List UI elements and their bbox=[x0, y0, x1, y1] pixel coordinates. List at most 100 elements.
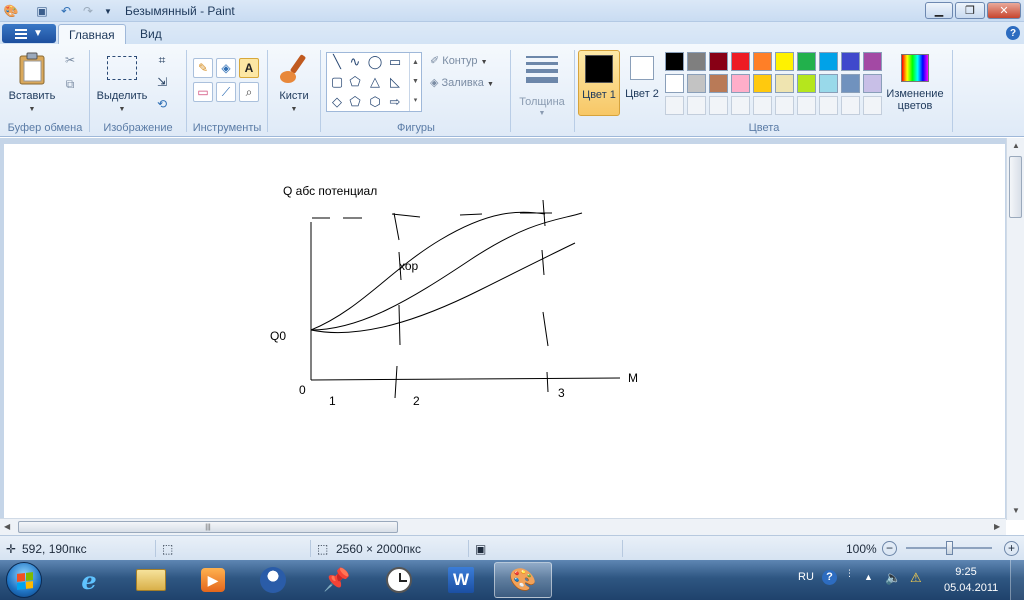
close-button[interactable]: ✕ bbox=[987, 2, 1021, 19]
palette-swatch[interactable] bbox=[665, 74, 684, 93]
custom-color-slot[interactable] bbox=[687, 96, 706, 115]
vertical-scrollbar[interactable]: ▲ ▼ bbox=[1006, 138, 1024, 520]
taskbar-media-player[interactable]: ▶ bbox=[184, 562, 242, 598]
taskbar-sticky-pin[interactable]: 📌 bbox=[308, 562, 366, 598]
paint-app-icon[interactable]: 🎨 bbox=[3, 3, 19, 19]
palette-swatch[interactable] bbox=[775, 52, 794, 71]
palette-swatch[interactable] bbox=[709, 52, 728, 71]
custom-color-slot[interactable] bbox=[709, 96, 728, 115]
scroll-left-icon[interactable]: ◀ bbox=[4, 522, 10, 531]
cut-icon[interactable]: ✂ bbox=[60, 50, 80, 70]
palette-swatch[interactable] bbox=[841, 52, 860, 71]
horizontal-scroll-thumb[interactable]: ||| bbox=[18, 521, 398, 533]
palette-swatch[interactable] bbox=[709, 74, 728, 93]
custom-color-slot[interactable] bbox=[731, 96, 750, 115]
vertical-scroll-thumb[interactable] bbox=[1009, 156, 1022, 218]
redo-icon[interactable]: ↷ bbox=[80, 3, 96, 19]
hexagon-shape-icon[interactable]: ⬡ bbox=[367, 94, 383, 109]
palette-swatch[interactable] bbox=[753, 52, 772, 71]
drawing-canvas[interactable]: Q абс потенциал хор Q0 0 М 1 2 3 bbox=[4, 144, 1005, 519]
eraser-icon[interactable]: ▭ bbox=[193, 82, 213, 102]
triangle-shape-icon[interactable]: △ bbox=[367, 74, 383, 89]
palette-swatch[interactable] bbox=[863, 74, 882, 93]
custom-color-slot[interactable] bbox=[819, 96, 838, 115]
crop-icon[interactable]: ⌗ bbox=[152, 50, 172, 70]
zoom-out-button[interactable]: − bbox=[882, 541, 897, 556]
taskbar-word[interactable]: W bbox=[432, 562, 490, 598]
clock[interactable]: 9:25 05.04.2011 bbox=[944, 566, 998, 600]
taskbar-internet-explorer[interactable]: e bbox=[60, 562, 118, 598]
pentagon-shape-icon[interactable]: ⬠ bbox=[347, 94, 363, 109]
oval-shape-icon[interactable]: ◯ bbox=[367, 54, 383, 69]
brushes-button[interactable]: Кисти ▼ bbox=[272, 50, 316, 118]
taskbar-contacts[interactable] bbox=[244, 562, 302, 598]
horizontal-scrollbar[interactable]: ◀ ||| ▶ bbox=[0, 518, 1006, 535]
palette-swatch[interactable] bbox=[863, 52, 882, 71]
color1-button[interactable]: Цвет 1 bbox=[578, 50, 620, 116]
palette-swatch[interactable] bbox=[819, 52, 838, 71]
palette-swatch[interactable] bbox=[665, 52, 684, 71]
palette-swatch[interactable] bbox=[753, 74, 772, 93]
edit-colors-button[interactable]: Изменение цветов bbox=[884, 50, 946, 116]
palette-swatch[interactable] bbox=[731, 74, 750, 93]
palette-swatch[interactable] bbox=[797, 52, 816, 71]
curve-shape-icon[interactable]: ∿ bbox=[347, 54, 363, 69]
quick-access-dropdown-icon[interactable]: ▼ bbox=[100, 3, 116, 19]
save-icon[interactable]: ▣ bbox=[34, 3, 50, 19]
help-tray-icon[interactable]: ? bbox=[822, 570, 837, 600]
minimize-button[interactable]: ▁ bbox=[925, 2, 953, 19]
magnifier-icon[interactable]: ⌕ bbox=[239, 82, 259, 102]
select-button[interactable]: Выделить ▼ bbox=[94, 50, 150, 118]
palette-swatch[interactable] bbox=[731, 52, 750, 71]
size-button[interactable]: Толщина ▼ bbox=[514, 50, 570, 118]
fill-button[interactable]: ◈ Заливка ▼ bbox=[430, 76, 494, 92]
custom-color-slot[interactable] bbox=[753, 96, 772, 115]
tab-home[interactable]: Главная bbox=[58, 24, 126, 44]
scroll-up-icon[interactable]: ▲ bbox=[1012, 141, 1020, 150]
taskbar-explorer[interactable] bbox=[122, 562, 180, 598]
help-icon[interactable]: ? bbox=[1006, 26, 1020, 40]
palette-swatch[interactable] bbox=[841, 74, 860, 93]
network-warning-icon[interactable]: ⚠ bbox=[910, 570, 922, 600]
restore-button[interactable]: ❐ bbox=[955, 2, 985, 19]
fill-bucket-icon[interactable]: ◈ bbox=[216, 58, 236, 78]
zoom-slider-thumb[interactable] bbox=[946, 541, 953, 555]
rounded-rectangle-shape-icon[interactable]: ▢ bbox=[329, 74, 345, 89]
zoom-in-button[interactable]: + bbox=[1004, 541, 1019, 556]
text-tool-icon[interactable]: A bbox=[239, 58, 259, 78]
show-hidden-icons[interactable]: ▲ bbox=[864, 572, 873, 600]
arrow-shape-icon[interactable]: ⇨ bbox=[387, 94, 403, 109]
palette-swatch[interactable] bbox=[775, 74, 794, 93]
copy-icon[interactable]: ⧉ bbox=[60, 74, 80, 94]
taskbar-clock-app[interactable] bbox=[370, 562, 428, 598]
custom-color-slot[interactable] bbox=[665, 96, 684, 115]
rectangle-shape-icon[interactable]: ▭ bbox=[387, 54, 403, 69]
app-menu-button[interactable]: ▼ bbox=[2, 24, 56, 43]
volume-icon[interactable]: 🔈 bbox=[885, 570, 901, 600]
show-desktop-button[interactable] bbox=[1010, 560, 1024, 600]
paste-button[interactable]: Вставить ▼ bbox=[6, 50, 58, 118]
line-shape-icon[interactable]: ╲ bbox=[329, 54, 345, 69]
custom-color-slot[interactable] bbox=[797, 96, 816, 115]
color-picker-icon[interactable]: ⟋ bbox=[216, 82, 236, 102]
language-indicator[interactable]: RU bbox=[798, 571, 814, 600]
undo-icon[interactable]: ↶ bbox=[58, 3, 74, 19]
custom-color-slot[interactable] bbox=[775, 96, 794, 115]
tab-view[interactable]: Вид bbox=[130, 24, 172, 44]
palette-swatch[interactable] bbox=[687, 52, 706, 71]
polygon-shape-icon[interactable]: ⬠ bbox=[347, 74, 363, 89]
scroll-down-icon[interactable]: ▼ bbox=[1012, 506, 1020, 515]
taskbar-paint[interactable]: 🎨 bbox=[494, 562, 552, 598]
palette-swatch[interactable] bbox=[797, 74, 816, 93]
pencil-icon[interactable]: ✎ bbox=[193, 58, 213, 78]
outline-button[interactable]: ✐ Контур ▼ bbox=[430, 54, 488, 70]
color2-button[interactable]: Цвет 2 bbox=[622, 50, 662, 116]
custom-color-slot[interactable] bbox=[863, 96, 882, 115]
palette-swatch[interactable] bbox=[687, 74, 706, 93]
rotate-icon[interactable]: ⟲ bbox=[152, 94, 172, 114]
language-bar-options-icon[interactable]: ⋮ bbox=[845, 568, 854, 600]
resize-icon[interactable]: ⇲ bbox=[152, 72, 172, 92]
start-button[interactable] bbox=[6, 562, 42, 598]
palette-swatch[interactable] bbox=[819, 74, 838, 93]
scroll-right-icon[interactable]: ▶ bbox=[994, 522, 1000, 531]
